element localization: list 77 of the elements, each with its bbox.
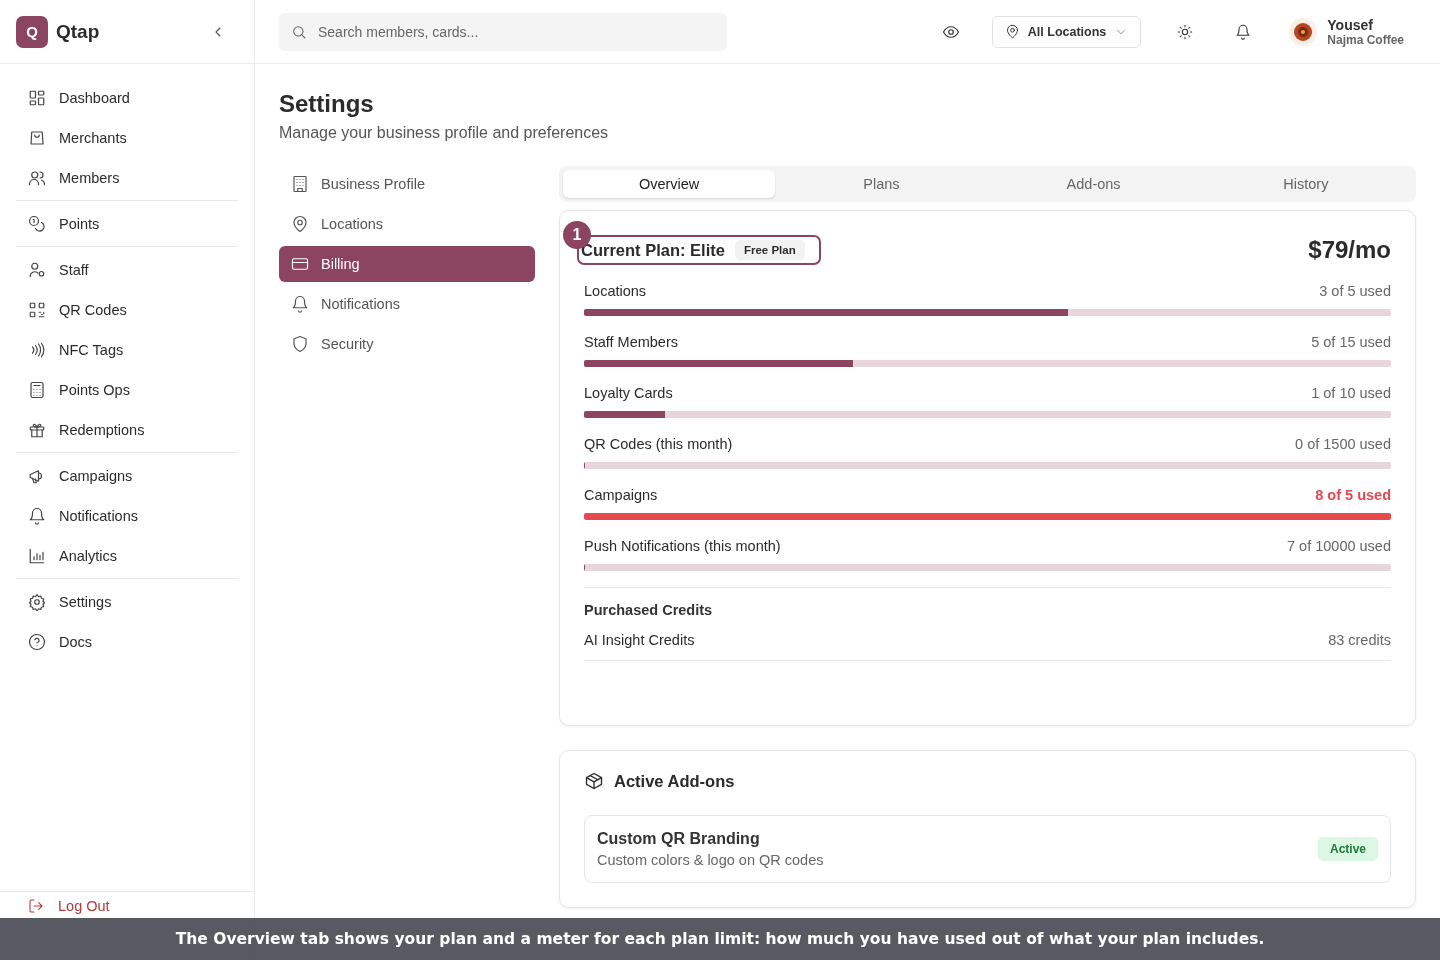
usage-reading: 3 of 5 used [1319,283,1391,299]
user-gear-icon [28,261,46,279]
business-name: Najma Coffee [1327,32,1404,47]
usage-reading: 1 of 10 used [1311,385,1391,401]
logo-mark: Q [16,15,48,48]
user-name: Yousef [1327,16,1374,33]
building-icon [291,175,309,193]
plan-badge: Free Plan [734,240,805,260]
shopping-bag-icon [28,129,46,147]
location-pin-icon [1004,24,1020,39]
avatar-icon [1289,17,1318,46]
settings-menu-item[interactable]: Business Profile [279,166,535,202]
users-icon [28,169,46,187]
bell-icon [291,295,309,313]
plan-price: $79/mo [1308,236,1391,264]
settings-menu-item[interactable]: Security [279,326,535,362]
package-icon [584,771,604,791]
nav-item[interactable]: QR Codes [16,290,238,330]
bar-chart-icon [28,547,46,565]
bell-icon [1235,23,1252,40]
logout-button[interactable]: Log Out [28,898,110,914]
nav-item[interactable]: Dashboard [16,78,238,118]
nav-item[interactable]: Points Ops [16,370,238,410]
section-heading: Active Add-ons [614,771,735,791]
caption-tooltip: The Overview tab shows your plan and a meter for each plan limit: how much you have used out of what your plan includes. [0,918,1440,960]
search-field[interactable]: Search members, cards... [279,12,727,51]
location-dropdown[interactable]: All Locations [991,15,1142,48]
credit-name: AI Insight Credits [584,632,695,648]
usage-reading: 0 of 1500 used [1295,436,1391,452]
nav-item[interactable]: Campaigns [16,456,238,496]
nav-item[interactable]: Notifications [16,496,238,536]
logout-icon [28,898,44,914]
status-badge: Active [1317,837,1378,861]
settings-icon [28,593,46,611]
section-heading: Purchased Credits [584,602,714,618]
settings-menu-item[interactable]: Notifications [279,286,535,322]
sun-icon [1177,23,1194,40]
calculator-icon [28,381,46,399]
meter-label: Locations [584,283,647,299]
settings-menu-item[interactable]: Locations [279,206,535,242]
tab[interactable]: Plans [775,170,988,198]
shield-icon [291,335,309,353]
help-icon [28,633,46,651]
nav-item[interactable]: Settings [16,582,238,622]
nav-item[interactable]: Docs [16,622,238,662]
dashboard-icon [28,89,46,107]
addon-description: Custom colors & logo on QR codes [597,852,824,868]
credit-card-icon [291,255,309,273]
qr-code-icon [28,301,46,319]
nav-item[interactable]: Points [16,204,238,244]
page-subtitle: Manage your business profile and preferences [279,124,610,142]
tab[interactable]: Add-ons [987,170,1200,198]
nav-item[interactable]: Merchants [16,118,238,158]
nav-item[interactable]: Members [16,158,238,198]
gift-icon [28,421,46,439]
nav-item[interactable]: Redemptions [16,410,238,450]
meter-label: QR Codes (this month) [584,436,733,452]
nav-item[interactable]: NFC Tags [16,330,238,370]
addon-name: Custom QR Branding [597,830,761,848]
location-pin-icon [291,215,309,233]
meter-label: Campaigns [584,487,658,503]
usage-reading: 8 of 5 used [1315,487,1391,503]
page-title: Settings [279,90,375,118]
usage-reading: 7 of 10000 used [1287,538,1391,554]
meter-label: Push Notifications (this month) [584,538,781,554]
tab[interactable]: Overview [563,170,776,198]
bell-icon [28,507,46,525]
meter-label: Staff Members [584,334,679,350]
usage-reading: 5 of 15 used [1311,334,1391,350]
credit-value: 83 credits [1328,632,1391,648]
brand-name: Qtap [56,20,101,43]
meter-label: Loyalty Cards [584,385,673,401]
settings-menu-item[interactable]: Billing [279,246,535,282]
nav-item[interactable]: Staff [16,250,238,290]
tab[interactable]: History [1199,170,1412,198]
coins-icon [28,215,46,233]
nav-item[interactable]: Analytics [16,536,238,576]
